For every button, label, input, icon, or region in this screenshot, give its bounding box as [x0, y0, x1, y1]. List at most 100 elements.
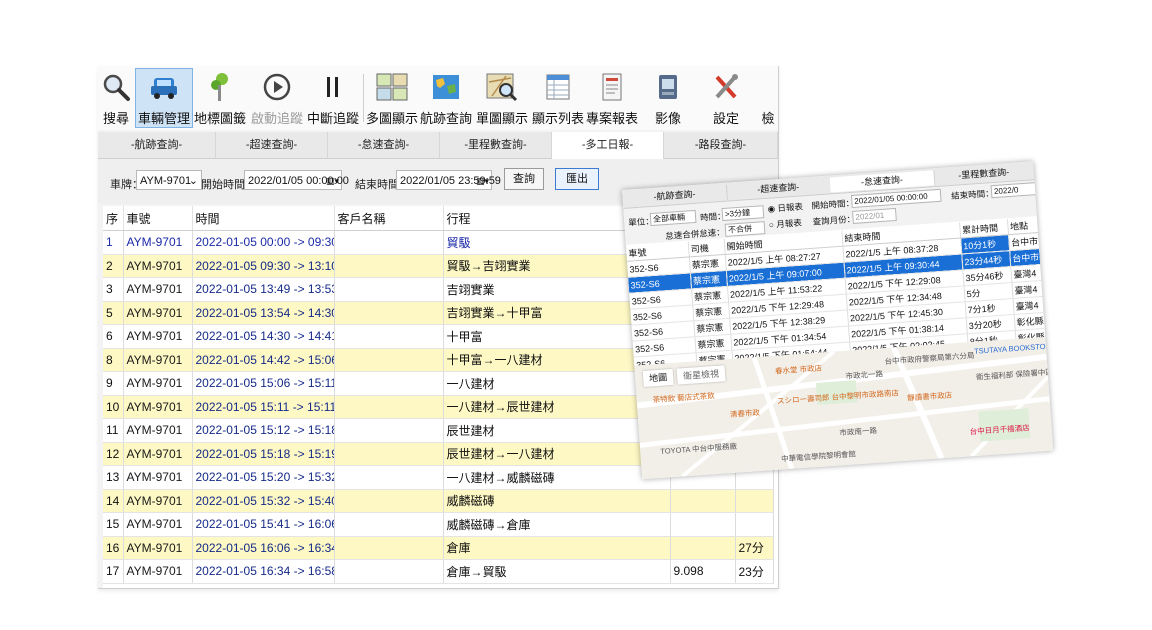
single-map-button[interactable]: 單圖顯示 [476, 68, 529, 128]
column-header[interactable]: 時間 [192, 206, 335, 231]
tab-mileage-query[interactable]: -里程數查詢- [440, 132, 552, 158]
column-header[interactable]: 車號 [123, 206, 193, 231]
duration-cell [735, 489, 774, 513]
tab-idle-query[interactable]: -怠速查詢- [328, 132, 440, 158]
seq-cell: 10 [103, 395, 124, 419]
time-cell: 2022-01-05 13:54 -> 14:30 [192, 301, 335, 325]
settings-button[interactable]: 設定 [702, 68, 750, 128]
column-header[interactable]: 客戶名稱 [334, 206, 444, 231]
video-button[interactable]: 影像 [644, 68, 692, 128]
plate-value: AYM-9701 [140, 175, 192, 187]
table-row[interactable]: 14 AYM-9701 2022-01-05 15:32 -> 15:40 威麟磁磚 [103, 489, 774, 513]
seq-cell: 3 [103, 277, 124, 302]
month-field[interactable]: 2022/01 [852, 207, 897, 224]
car-cell: AYM-9701 [123, 418, 193, 443]
toolbar-label: 顯示列表 [532, 111, 585, 126]
end-time-field[interactable]: 2022/01/05 23:59:59 ▥▾ [396, 170, 501, 191]
toolbar-label: 中斷追蹤 [307, 111, 360, 126]
map-label: 清春市政 [729, 407, 761, 420]
car-cell: AYM-9701 [123, 489, 193, 513]
merge-idle-select[interactable]: 不合併 [724, 221, 766, 237]
seq-cell: 9 [103, 371, 124, 396]
car-cell: AYM-9701 [123, 395, 193, 419]
seq-cell: 12 [103, 442, 124, 466]
toolbar-label: 搜尋 [102, 111, 129, 126]
start-time-field[interactable]: 2022/01/05 00:00:00 ▥▾ [244, 170, 349, 191]
toolbar-label: 專案報表 [586, 111, 639, 126]
tab-multi-task-daily[interactable]: -多工日報- [552, 132, 664, 159]
radio-monthly[interactable]: ○ 月報表 [768, 217, 802, 231]
overlay-end-field[interactable]: 2022/0 [990, 181, 1040, 199]
distance-cell [670, 536, 736, 560]
inspect-button[interactable]: 檢 [756, 68, 778, 128]
toolbar-label: 航跡查詢 [420, 111, 473, 126]
calendar-icon[interactable]: ▥▾ [326, 171, 339, 191]
export-button[interactable]: 匯出 [555, 168, 599, 190]
customer-cell [334, 254, 444, 278]
customer-cell [334, 418, 444, 443]
play-circle-icon [260, 70, 294, 104]
start-tracking-button[interactable]: 啟動追蹤 [251, 68, 304, 128]
customer-cell [334, 536, 444, 560]
time-cell: 2022-01-05 15:20 -> 15:32 [192, 465, 335, 490]
time-cell: 2022-01-05 16:34 -> 16:58 [192, 559, 335, 584]
trip-cell: 威麟磁磚 [443, 489, 671, 513]
customer-cell [334, 371, 444, 396]
car-cell: AYM-9701 [123, 324, 193, 349]
customer-cell [334, 277, 444, 302]
car-cell: AYM-9701 [123, 371, 193, 396]
map-type-satellite-button[interactable]: 衛星檢視 [676, 365, 726, 385]
trip-cell: 辰世建材 [443, 418, 671, 443]
pause-icon [316, 70, 350, 104]
tab-road-section-query[interactable]: -路段查詢- [664, 132, 778, 158]
overlay-start-field[interactable]: 2022/01/05 00:00:00 [850, 188, 942, 209]
trip-cell: 辰世建材→一八建材 [443, 442, 671, 466]
distance-cell [670, 489, 736, 513]
overlay-start-label: 開始時間： [811, 197, 855, 211]
trip-cell: 一八建材→威麟磁磚 [443, 465, 671, 490]
toolbar-label: 啟動追蹤 [251, 111, 304, 126]
column-header[interactable]: 序 [103, 206, 124, 231]
stop-tracking-button[interactable]: 中斷追蹤 [307, 68, 360, 128]
track-query-button[interactable]: 航跡查詢 [420, 68, 473, 128]
project-report-button[interactable]: 專案報表 [586, 68, 639, 128]
car-cell: AYM-9701 [123, 442, 193, 466]
table-row[interactable]: 17 AYM-9701 2022-01-05 16:34 -> 16:58 倉庫→貿馺… [103, 559, 774, 584]
tab-track-query[interactable]: -航跡查詢- [98, 132, 216, 158]
seq-cell: 1 [103, 230, 124, 255]
time-cell: 2022-01-05 15:18 -> 15:19 [192, 442, 335, 466]
table-row[interactable]: 16 AYM-9701 2022-01-05 16:06 -> 16:34 倉庫 27分 [103, 536, 774, 560]
dept-select[interactable]: 全部車輛 [649, 209, 697, 227]
show-list-button[interactable]: 顯示列表 [532, 68, 585, 128]
inspect-icon [751, 70, 778, 104]
seq-cell: 14 [103, 489, 124, 513]
customer-cell [334, 559, 444, 584]
car-cell: AYM-9701 [123, 277, 193, 302]
car-cell: AYM-9701 [123, 512, 193, 537]
table-row[interactable]: 15 AYM-9701 2022-01-05 15:41 -> 16:06 威麟磁磚→… [103, 512, 774, 537]
tab-speeding-query[interactable]: -超速查詢- [216, 132, 328, 158]
calendar-icon[interactable]: ▥▾ [476, 171, 489, 191]
customer-cell [334, 395, 444, 419]
trip-cell: 威麟磁磚→倉庫 [443, 512, 671, 537]
time-cell: 2022-01-05 15:41 -> 16:06 [192, 512, 335, 537]
customer-cell [334, 324, 444, 349]
toolbar-separator [363, 74, 364, 122]
map-type-map-button[interactable]: 地圖 [642, 368, 674, 387]
toolbar-label: 單圖顯示 [476, 111, 529, 126]
query-button[interactable]: 查詢 [504, 168, 544, 190]
chevron-down-icon: ⌄ [188, 175, 198, 187]
vehicle-management-button[interactable]: 車輛管理 [135, 68, 193, 128]
globe-map-icon [429, 70, 463, 104]
car-icon [147, 71, 181, 104]
seq-cell: 5 [103, 301, 124, 325]
search-button[interactable]: 搜尋 [100, 68, 132, 128]
time-select[interactable]: >3分鐘 [721, 205, 765, 222]
plate-select[interactable]: AYM-9701 ⌄ [136, 170, 202, 190]
multi-map-button[interactable]: 多圖顯示 [366, 68, 418, 128]
radio-daily[interactable]: ◉ 日報表 [767, 200, 803, 214]
toolbar-label: 設定 [712, 111, 739, 126]
landmark-button[interactable]: 地標圖籤 [194, 68, 246, 128]
time-cell: 2022-01-05 15:32 -> 15:40 [192, 489, 335, 513]
table-list-icon [541, 70, 575, 104]
